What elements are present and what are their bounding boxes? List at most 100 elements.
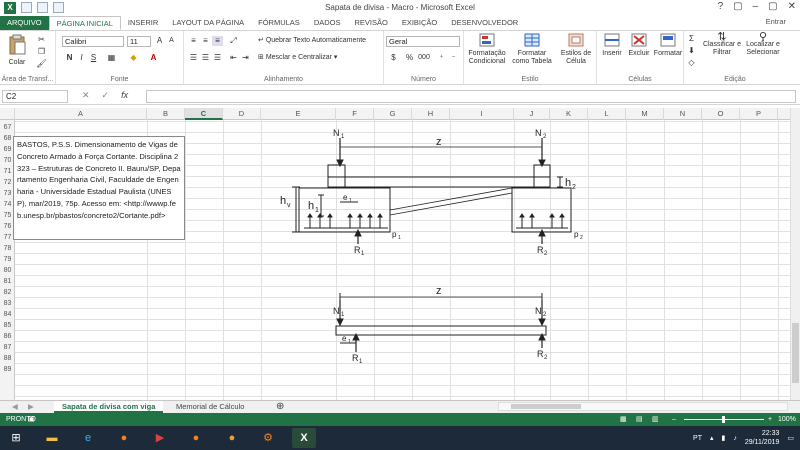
horizontal-scrollbar[interactable] xyxy=(498,402,788,411)
align-center-icon[interactable]: ☰ xyxy=(200,53,211,63)
zoom-in-icon[interactable]: + xyxy=(768,413,772,426)
formula-input[interactable] xyxy=(146,90,796,103)
underline-button[interactable]: S xyxy=(88,53,99,63)
column-header[interactable]: E xyxy=(261,108,336,120)
reference-note-box[interactable]: BASTOS, P.S.S. Dimensionamento de Vigas … xyxy=(13,136,185,240)
sheet-tab[interactable]: Memorial de Cálculo xyxy=(168,401,252,413)
column-header[interactable]: I xyxy=(450,108,514,120)
decrease-indent-icon[interactable]: ⇤ xyxy=(228,53,239,63)
page-break-view-icon[interactable]: ▥ xyxy=(652,413,659,426)
tab-developer[interactable]: DESENVOLVEDOR xyxy=(444,16,525,30)
column-header[interactable]: G xyxy=(374,108,412,120)
vertical-scrollbar[interactable] xyxy=(790,108,800,400)
row-header[interactable]: 83 xyxy=(0,298,15,309)
row-header[interactable]: 88 xyxy=(0,353,15,364)
enter-icon[interactable]: ✓ xyxy=(102,90,110,101)
shrink-font-icon[interactable]: A xyxy=(166,36,177,46)
volume-icon[interactable]: ♪ xyxy=(733,434,737,443)
row-header[interactable]: 84 xyxy=(0,309,15,320)
tab-page-layout[interactable]: LAYOUT DA PÁGINA xyxy=(165,16,251,30)
align-middle-icon[interactable]: ≡ xyxy=(200,36,211,46)
row-header[interactable]: 86 xyxy=(0,331,15,342)
vertical-scroll-thumb[interactable] xyxy=(792,323,799,383)
next-sheet-icon[interactable]: ▶ xyxy=(20,401,42,413)
percent-button[interactable]: % xyxy=(404,53,415,63)
name-box[interactable]: C2 xyxy=(2,90,68,103)
tab-insert[interactable]: INSERIR xyxy=(121,16,165,30)
column-header[interactable]: M xyxy=(626,108,664,120)
settings-gear-icon[interactable]: ⚙ xyxy=(256,428,280,448)
thousands-button[interactable]: 000 xyxy=(416,53,432,63)
add-sheet-icon[interactable]: ⊕ xyxy=(268,401,292,413)
fill-color-icon[interactable]: ◆ xyxy=(128,53,139,63)
ribbon-display-button[interactable]: ▢ xyxy=(733,1,742,12)
file-explorer-icon[interactable]: ▬ xyxy=(40,428,64,448)
align-bottom-icon[interactable]: ≡ xyxy=(212,36,223,46)
column-header[interactable]: D xyxy=(223,108,261,120)
align-right-icon[interactable]: ☰ xyxy=(212,53,223,63)
tab-view[interactable]: EXIBIÇÃO xyxy=(395,16,444,30)
column-header-active[interactable]: C xyxy=(185,108,223,120)
delete-cells-button[interactable]: Excluir xyxy=(625,33,653,58)
column-header[interactable]: A xyxy=(15,108,147,120)
bold-button[interactable]: N xyxy=(64,53,75,63)
row-header[interactable]: 85 xyxy=(0,320,15,331)
grow-font-icon[interactable]: A xyxy=(154,36,165,46)
firefox-icon-2[interactable]: ● xyxy=(184,428,208,448)
paste-button[interactable]: Colar xyxy=(4,34,30,67)
row-header[interactable]: 81 xyxy=(0,276,15,287)
select-all-corner[interactable] xyxy=(0,108,15,120)
macro-record-icon[interactable]: ▣ xyxy=(28,413,35,426)
row-header[interactable]: 67 xyxy=(0,122,15,133)
currency-icon[interactable]: $ xyxy=(388,53,399,63)
borders-icon[interactable]: ▦ xyxy=(106,53,117,63)
clear-icon[interactable]: ◇ xyxy=(686,58,697,68)
tray-arrow-icon[interactable]: ▴ xyxy=(710,434,714,443)
font-size-select[interactable]: 11 xyxy=(127,36,151,47)
normal-view-icon[interactable]: ▦ xyxy=(620,413,627,426)
column-header[interactable]: B xyxy=(147,108,185,120)
row-header[interactable]: 80 xyxy=(0,265,15,276)
column-header[interactable]: J xyxy=(514,108,550,120)
zoom-out-icon[interactable]: – xyxy=(672,413,676,426)
wrap-text-button[interactable]: ↵ Quebrar Texto Automaticamente xyxy=(258,37,382,45)
close-button[interactable]: ✕ xyxy=(788,1,796,12)
increase-decimal-icon[interactable]: ⁺ xyxy=(436,53,447,63)
find-select-button[interactable]: ⚲ Localizar e Selecionar xyxy=(742,32,784,57)
clock-date[interactable]: 29/11/2019 xyxy=(745,438,780,447)
font-name-select[interactable]: Calibri xyxy=(62,36,124,47)
firefox-icon[interactable]: ● xyxy=(112,428,136,448)
conditional-formatting-button[interactable]: Formatação Condicional xyxy=(466,33,508,66)
column-header[interactable]: O xyxy=(702,108,740,120)
format-cells-button[interactable]: Formatar xyxy=(653,33,683,58)
tab-home[interactable]: PÁGINA INICIAL xyxy=(48,16,121,30)
fill-icon[interactable]: ⬇ xyxy=(686,46,697,56)
zoom-level[interactable]: 100% xyxy=(778,413,796,426)
number-format-select[interactable]: Geral xyxy=(386,36,460,47)
decrease-decimal-icon[interactable]: ⁻ xyxy=(448,53,459,63)
align-left-icon[interactable]: ☰ xyxy=(188,53,199,63)
tab-formulas[interactable]: FÓRMULAS xyxy=(251,16,307,30)
column-header[interactable]: N xyxy=(664,108,702,120)
clock-time[interactable]: 22:33 xyxy=(745,429,780,438)
horizontal-scroll-thumb[interactable] xyxy=(511,404,581,409)
row-header[interactable]: 89 xyxy=(0,364,15,375)
start-windows-icon[interactable]: ⊞ xyxy=(4,428,28,448)
tab-file[interactable]: ARQUIVO xyxy=(0,16,49,30)
format-as-table-button[interactable]: Formatar como Tabela xyxy=(510,33,554,66)
row-header[interactable]: 87 xyxy=(0,342,15,353)
column-header[interactable]: P xyxy=(740,108,778,120)
insert-function-icon[interactable]: fx xyxy=(121,90,128,101)
increase-indent-icon[interactable]: ⇥ xyxy=(240,53,251,63)
align-top-icon[interactable]: ≡ xyxy=(188,36,199,46)
column-header[interactable]: K xyxy=(550,108,588,120)
zoom-slider-thumb[interactable] xyxy=(722,416,725,423)
cut-icon[interactable]: ✂ xyxy=(36,35,47,45)
cell-styles-button[interactable]: Estilos de Célula xyxy=(558,33,594,66)
font-color-icon[interactable]: A xyxy=(148,53,159,63)
footing-diagram[interactable]: N 1 N 2 z h v h 1 h 2 e 1 p 1 p 2 R 1 R … xyxy=(270,120,600,370)
network-icon[interactable]: ▮ xyxy=(722,434,726,443)
column-header[interactable]: H xyxy=(412,108,450,120)
firefox-icon-3[interactable]: ● xyxy=(220,428,244,448)
help-button[interactable]: ? xyxy=(718,1,724,12)
